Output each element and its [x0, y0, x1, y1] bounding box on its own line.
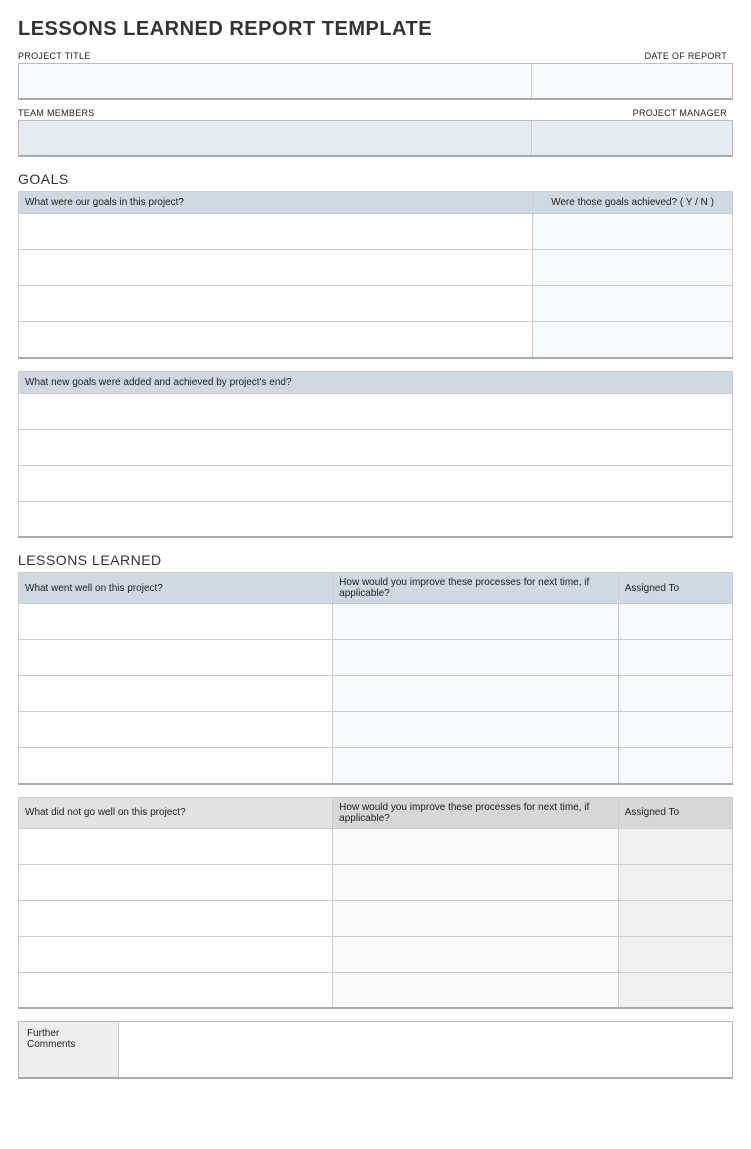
info-row-2: [18, 120, 733, 157]
table-row: [19, 676, 733, 712]
well-improve[interactable]: [333, 748, 619, 784]
project-title-field[interactable]: [19, 64, 532, 98]
yn-cell[interactable]: [533, 286, 733, 322]
well-assigned[interactable]: [618, 640, 732, 676]
notwell-what[interactable]: [19, 972, 333, 1008]
table-row: [19, 640, 733, 676]
notwell-col-1: What did not go well on this project?: [19, 797, 333, 828]
well-assigned[interactable]: [618, 748, 732, 784]
new-goals-col: What new goals were added and achieved b…: [19, 371, 733, 393]
further-comments-box: Further Comments: [18, 1021, 733, 1079]
well-assigned[interactable]: [618, 712, 732, 748]
goals-heading: GOALS: [18, 171, 733, 187]
well-col-3: Assigned To: [618, 573, 732, 604]
went-well-table: What went well on this project? How woul…: [18, 572, 733, 785]
well-improve[interactable]: [333, 712, 619, 748]
well-improve[interactable]: [333, 640, 619, 676]
notwell-what[interactable]: [19, 828, 333, 864]
table-row: [19, 936, 733, 972]
table-row: [19, 250, 733, 286]
table-row: [19, 214, 733, 250]
table-row: [19, 972, 733, 1008]
yn-cell[interactable]: [533, 214, 733, 250]
table-row: [19, 322, 733, 358]
notwell-assigned[interactable]: [618, 900, 732, 936]
well-what[interactable]: [19, 676, 333, 712]
goals-table-2: What new goals were added and achieved b…: [18, 371, 733, 539]
goal-cell[interactable]: [19, 250, 533, 286]
goals-col-2: Were those goals achieved? ( Y / N ): [533, 192, 733, 214]
further-comments-field[interactable]: [119, 1022, 732, 1077]
new-goal-cell[interactable]: [19, 429, 733, 465]
notwell-what[interactable]: [19, 864, 333, 900]
table-row: [19, 393, 733, 429]
page-title: LESSONS LEARNED REPORT TEMPLATE: [18, 18, 733, 41]
info-row-1: [18, 63, 733, 100]
notwell-improve[interactable]: [333, 900, 619, 936]
table-row: [19, 864, 733, 900]
table-row: [19, 604, 733, 640]
further-comments-label: Further Comments: [19, 1022, 119, 1077]
yn-cell[interactable]: [533, 250, 733, 286]
info-labels-2: TEAM MEMBERS PROJECT MANAGER: [18, 108, 733, 118]
notwell-assigned[interactable]: [618, 828, 732, 864]
well-what[interactable]: [19, 640, 333, 676]
table-row: [19, 900, 733, 936]
notwell-col-2: How would you improve these processes fo…: [333, 797, 619, 828]
team-members-field[interactable]: [19, 121, 532, 155]
notwell-assigned[interactable]: [618, 972, 732, 1008]
goals-col-1: What were our goals in this project?: [19, 192, 533, 214]
notwell-improve[interactable]: [333, 864, 619, 900]
table-row: [19, 429, 733, 465]
well-improve[interactable]: [333, 676, 619, 712]
table-row: [19, 286, 733, 322]
info-labels-1: PROJECT TITLE DATE OF REPORT: [18, 51, 733, 61]
table-row: [19, 828, 733, 864]
date-label: DATE OF REPORT: [533, 51, 733, 61]
new-goal-cell[interactable]: [19, 465, 733, 501]
notwell-assigned[interactable]: [618, 864, 732, 900]
notwell-improve[interactable]: [333, 972, 619, 1008]
well-col-1: What went well on this project?: [19, 573, 333, 604]
table-row: [19, 465, 733, 501]
notwell-what[interactable]: [19, 936, 333, 972]
project-title-label: PROJECT TITLE: [18, 51, 533, 61]
date-field[interactable]: [532, 64, 732, 98]
well-what[interactable]: [19, 712, 333, 748]
table-row: [19, 501, 733, 537]
yn-cell[interactable]: [533, 322, 733, 358]
goals-table-1: What were our goals in this project? Wer…: [18, 191, 733, 359]
notwell-col-3: Assigned To: [618, 797, 732, 828]
well-col-2: How would you improve these processes fo…: [333, 573, 619, 604]
table-row: [19, 748, 733, 784]
pm-field[interactable]: [532, 121, 732, 155]
table-row: [19, 712, 733, 748]
well-assigned[interactable]: [618, 676, 732, 712]
not-well-table: What did not go well on this project? Ho…: [18, 797, 733, 1010]
notwell-assigned[interactable]: [618, 936, 732, 972]
goal-cell[interactable]: [19, 214, 533, 250]
lessons-heading: LESSONS LEARNED: [18, 552, 733, 568]
well-what[interactable]: [19, 604, 333, 640]
pm-label: PROJECT MANAGER: [533, 108, 733, 118]
goal-cell[interactable]: [19, 322, 533, 358]
well-assigned[interactable]: [618, 604, 732, 640]
team-members-label: TEAM MEMBERS: [18, 108, 533, 118]
well-improve[interactable]: [333, 604, 619, 640]
new-goal-cell[interactable]: [19, 393, 733, 429]
well-what[interactable]: [19, 748, 333, 784]
notwell-improve[interactable]: [333, 936, 619, 972]
notwell-improve[interactable]: [333, 828, 619, 864]
goal-cell[interactable]: [19, 286, 533, 322]
new-goal-cell[interactable]: [19, 501, 733, 537]
notwell-what[interactable]: [19, 900, 333, 936]
